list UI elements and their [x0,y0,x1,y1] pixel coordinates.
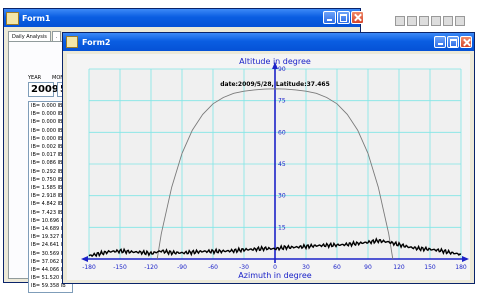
chart-annotation: date:2009/5/28, Latitude:37.465 [220,81,330,88]
list-item[interactable]: IB= 67.610 IB [29,291,72,293]
app-icon [6,11,19,25]
x-tick-label: 60 [333,264,341,271]
close-icon[interactable] [351,11,364,24]
x-tick-label: -180 [82,264,96,271]
x-tick-label: 150 [424,264,436,271]
toolbar-icon [455,16,465,26]
x-tick-label: 30 [302,264,310,271]
y-tick-label: 45 [278,161,286,168]
toolbar-icon [419,16,429,26]
x-tick-label: -90 [177,264,187,271]
form2-window-buttons [434,36,472,48]
x-tick-label: 0 [273,264,277,271]
toolbar-icon [443,16,453,26]
close-icon[interactable] [460,36,472,48]
toolbar-icon [395,16,405,26]
x-tick-label: -60 [208,264,218,271]
form1-window-buttons [323,11,364,24]
x-tick-label: -150 [113,264,127,271]
form2-titlebar[interactable]: Form2 [63,33,474,51]
y-tick-label: 90 [278,66,286,73]
x-tick-label: -120 [144,264,158,271]
minimize-icon[interactable] [323,11,336,24]
minimize-icon[interactable] [434,36,446,48]
year-field[interactable]: 2009 [28,82,59,97]
x-tick-label: 180 [455,264,467,271]
toolbar-icon [407,16,417,26]
x-tick-label: 120 [393,264,405,271]
chart-title: Altitude in degree [239,57,311,66]
x-axis-arrow-right [462,256,469,262]
altitude-azimuth-chart: Altitude in degree Azimuth in degree dat… [81,57,469,280]
form1-title: Form1 [22,13,51,23]
maximize-icon[interactable] [337,11,350,24]
x-axis-label: Azimuth in degree [238,271,311,280]
form1-titlebar[interactable]: Form1 [4,9,360,27]
x-axis-arrow-left [81,256,88,262]
x-tick-label: 90 [364,264,372,271]
form2-window: Form2 Altitude in degree Azimuth in degr… [62,32,475,284]
year-label: YEAR [28,75,42,81]
y-tick-label: 15 [278,224,286,231]
y-tick-label: 30 [278,193,286,200]
maximize-icon[interactable] [447,36,459,48]
background-toolbar [395,14,500,28]
chart-area: Altitude in degree Azimuth in degree dat… [67,54,470,280]
y-tick-label: 60 [278,129,286,136]
toolbar-icon [431,16,441,26]
app-icon [66,36,78,48]
x-tick-label: -30 [239,264,249,271]
y-tick-label: 75 [278,98,286,105]
form2-title: Form2 [82,37,111,47]
